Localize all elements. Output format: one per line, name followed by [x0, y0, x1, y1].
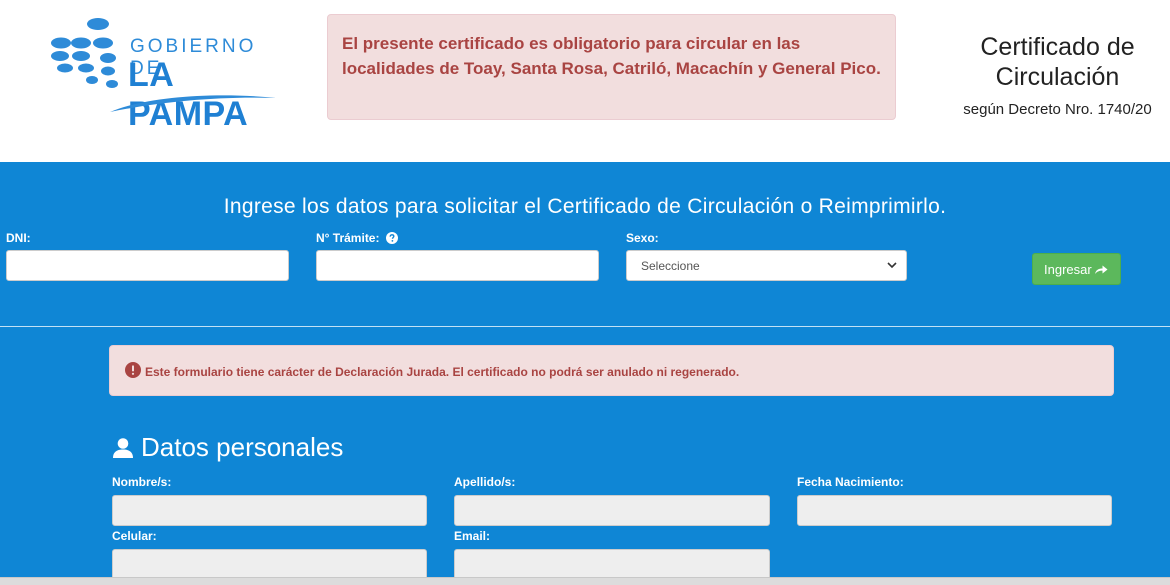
apellido-input[interactable]: [454, 495, 770, 526]
certificate-title: Certificado de Circulación: [980, 33, 1135, 91]
question-circle-icon[interactable]: [385, 232, 398, 244]
personal-data-title: Datos personales: [141, 432, 344, 462]
form-lead-text: Ingrese los datos para solicitar el Cert…: [223, 195, 947, 218]
celular-input[interactable]: [112, 549, 427, 580]
page-header: GOBIERNO DE LA PAMPA El presente certifi…: [0, 0, 1170, 162]
sexo-select[interactable]: Seleccione: [626, 250, 907, 281]
circulation-notice-alert: El presente certificado es obligatorio p…: [327, 14, 896, 120]
declaration-alert-text: Este formulario tiene carácter de Declar…: [145, 365, 740, 379]
celular-label: Celular:: [112, 529, 157, 543]
tramite-label: N° Trámite:: [316, 231, 380, 245]
email-label: Email:: [454, 529, 491, 543]
ingresar-button-label: Ingresar: [1044, 262, 1092, 277]
declaration-alert: Este formulario tiene carácter de Declar…: [109, 345, 1114, 396]
fecha-nacimiento-input[interactable]: [797, 495, 1112, 526]
exclamation-circle-icon: [125, 362, 141, 378]
gobierno-la-pampa-logo[interactable]: GOBIERNO DE LA PAMPA: [48, 16, 288, 133]
tramite-input[interactable]: [316, 250, 599, 281]
section-divider: [0, 326, 1170, 327]
nombre-input[interactable]: [112, 495, 427, 526]
fecha-nacimiento-label: Fecha Nacimiento:: [797, 475, 904, 489]
dni-label: DNI:: [6, 231, 31, 245]
horizontal-scrollbar[interactable]: [0, 577, 1170, 585]
tramite-label-group: N° Trámite:: [316, 231, 398, 245]
logo-dots-icon: [51, 18, 118, 88]
chevron-down-icon: [887, 262, 897, 269]
dni-input[interactable]: [6, 250, 289, 281]
logo-swoosh: [110, 95, 276, 112]
certificate-subtitle: según Decreto Nro. 1740/20: [963, 101, 1152, 118]
ingresar-button[interactable]: Ingresar: [1032, 253, 1121, 285]
share-arrow-icon: [1095, 265, 1108, 274]
nombre-label: Nombre/s:: [112, 475, 172, 489]
email-input[interactable]: [454, 549, 770, 580]
sexo-label: Sexo:: [626, 231, 659, 245]
certificate-form-section: Ingrese los datos para solicitar el Cert…: [0, 162, 1170, 585]
user-icon: [113, 438, 133, 458]
apellido-label: Apellido/s:: [454, 475, 516, 489]
sexo-selected-value: Seleccione: [641, 259, 700, 273]
